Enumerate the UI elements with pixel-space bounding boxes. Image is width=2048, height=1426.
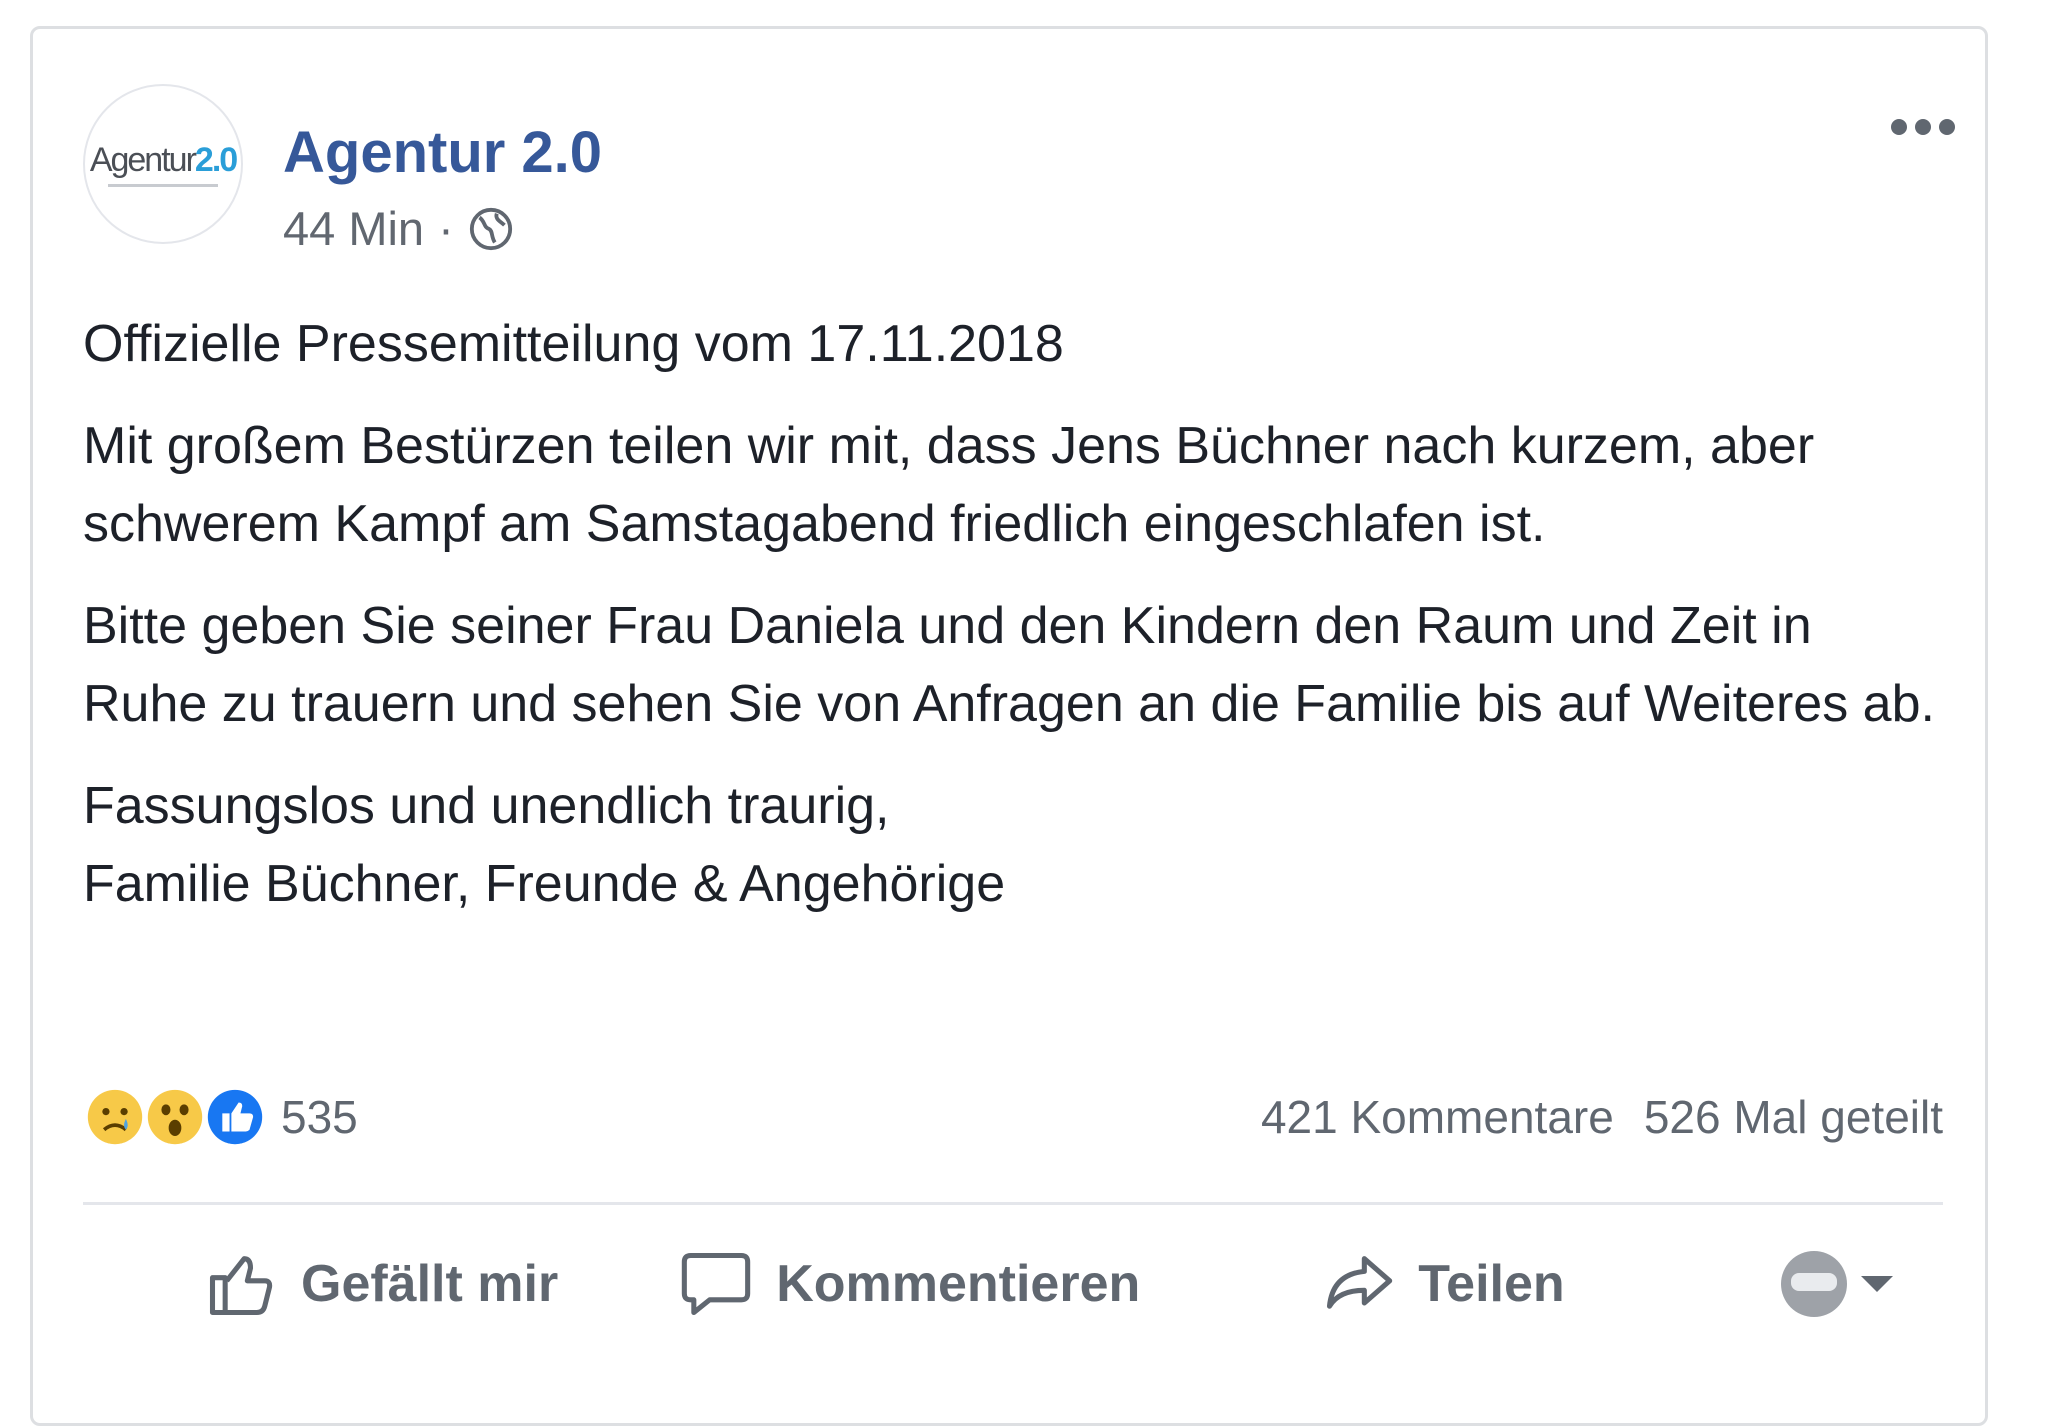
post-timestamp[interactable]: 44 Min bbox=[283, 201, 424, 256]
shares-count-link[interactable]: 526 Mal geteilt bbox=[1644, 1090, 1943, 1144]
page-name-link[interactable]: Agentur 2.0 bbox=[283, 119, 602, 186]
post-paragraph: Familie Büchner, Freunde & Angehörige bbox=[83, 855, 1006, 913]
comment-bubble-icon bbox=[681, 1252, 751, 1316]
engagement-counts: 421 Kommentare 526 Mal geteilt bbox=[1261, 1090, 1943, 1144]
reactions-summary[interactable]: 535 bbox=[83, 1085, 358, 1149]
post-meta: 44 Min · bbox=[283, 201, 514, 256]
wow-icon bbox=[143, 1085, 207, 1149]
sad-icon bbox=[83, 1085, 147, 1149]
divider bbox=[83, 1202, 1943, 1205]
post-card: Agentur2.0 Agentur 2.0 44 Min · Offiziel… bbox=[30, 26, 1988, 1426]
like-button-label: Gefällt mir bbox=[301, 1255, 559, 1313]
avatar-logo-text: Agentur2.0 bbox=[89, 141, 238, 179]
post-paragraph: Mit großem Bestürzen teilen wir mit, das… bbox=[83, 417, 1815, 553]
post-as-selector[interactable] bbox=[1781, 1251, 1893, 1317]
post-paragraph: Offizielle Pressemitteilung vom 17.11.20… bbox=[83, 315, 1064, 373]
comments-count-link[interactable]: 421 Kommentare bbox=[1261, 1090, 1614, 1144]
reaction-count: 535 bbox=[281, 1091, 358, 1143]
comment-button[interactable]: Kommentieren bbox=[678, 1246, 1140, 1322]
share-button-label: Teilen bbox=[1418, 1255, 1565, 1313]
avatar-logo-tagline bbox=[108, 184, 218, 187]
caret-down-icon bbox=[1861, 1276, 1893, 1292]
share-button[interactable]: Teilen bbox=[1320, 1246, 1565, 1322]
comment-button-label: Kommentieren bbox=[776, 1255, 1141, 1313]
like-button[interactable]: Gefällt mir bbox=[203, 1246, 558, 1322]
page-avatar[interactable]: Agentur2.0 bbox=[83, 84, 243, 244]
thumbs-up-icon bbox=[209, 1256, 273, 1316]
action-bar: Gefällt mir Kommentieren Teilen bbox=[83, 1229, 1943, 1339]
more-options-icon[interactable] bbox=[1891, 119, 1955, 135]
more-dot bbox=[1939, 119, 1955, 135]
share-arrow-icon bbox=[1327, 1256, 1393, 1309]
more-dot bbox=[1915, 119, 1931, 135]
like-icon bbox=[203, 1085, 267, 1149]
post-paragraph: Fassungslos und unendlich traurig, bbox=[83, 777, 890, 835]
avatar-logo: Agentur2.0 bbox=[89, 141, 238, 180]
post-body: Offizielle Pressemitteilung vom 17.11.20… bbox=[83, 305, 1943, 947]
user-avatar bbox=[1781, 1251, 1847, 1317]
post-paragraph: Bitte geben Sie seiner Frau Daniela und … bbox=[83, 597, 1935, 733]
post-stats: 535 421 Kommentare 526 Mal geteilt bbox=[83, 1077, 1943, 1157]
meta-separator: · bbox=[438, 202, 454, 255]
globe-icon[interactable] bbox=[468, 206, 514, 252]
more-dot bbox=[1891, 119, 1907, 135]
